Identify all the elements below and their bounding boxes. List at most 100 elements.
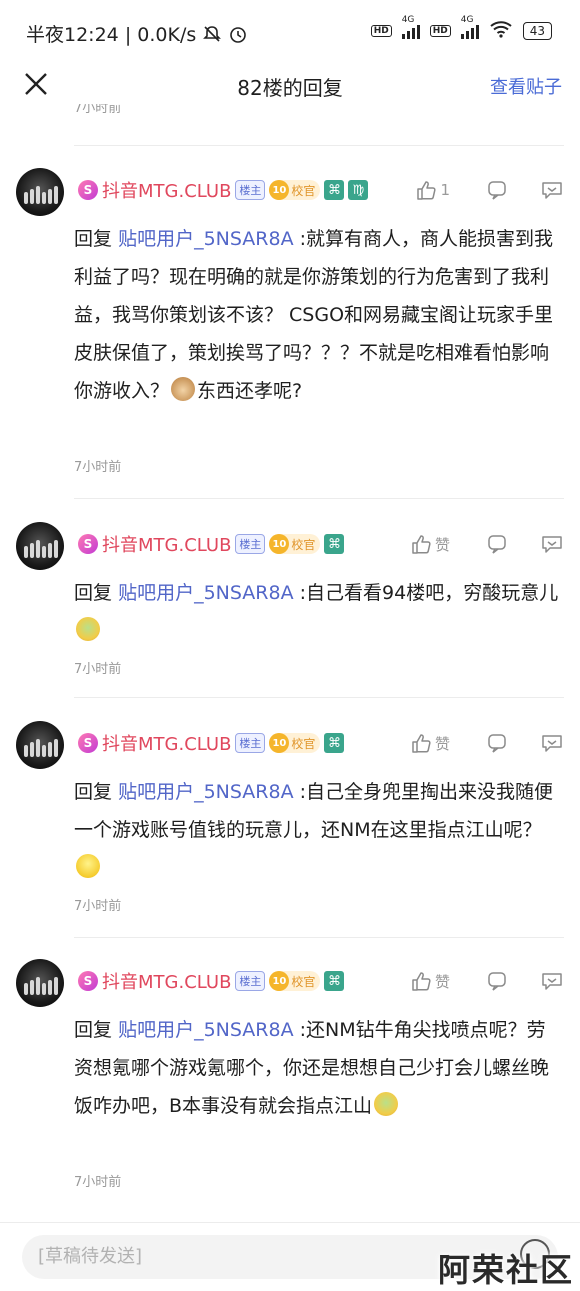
reply-content: 回复 贴吧用户_5NSAR8A :自己全身兜里掏出来没我随便一个游戏账号值钱的玩… [74, 773, 562, 887]
status-left: 半夜12:24 | 0.0K/s [26, 20, 248, 47]
wifi-icon [489, 20, 513, 41]
owner-badge: 楼主 [235, 180, 266, 200]
vip-s-icon: S [78, 534, 98, 554]
sick-emoji [76, 617, 100, 641]
vip-s-icon: S [78, 180, 98, 200]
level-number: 10 [269, 534, 290, 554]
more-button[interactable] [540, 968, 564, 994]
reply-prefix: 回复 [74, 228, 113, 250]
honor-badge-icon: ⌘ [324, 971, 345, 991]
avatar[interactable] [16, 168, 64, 216]
username[interactable]: 抖音MTG.CLUB [102, 730, 231, 756]
user-info-row: S 抖音MTG.CLUB 楼主 10 校官 ⌘ ♍ [78, 177, 369, 203]
more-button[interactable] [540, 730, 564, 756]
view-post-link[interactable]: 查看贴子 [490, 73, 562, 99]
reply-content: 回复 贴吧用户_5NSAR8A :自己看看94楼吧，穷酸玩意儿 [74, 574, 562, 650]
reply-prefix: 回复 [74, 781, 113, 803]
thumb-up-icon [412, 972, 431, 991]
like-count: 赞 [434, 535, 450, 554]
reply-time: 7小时前 [74, 460, 122, 475]
username[interactable]: 抖音MTG.CLUB [102, 968, 231, 994]
more-button[interactable] [540, 177, 564, 203]
level-badge: 10 校官 [269, 180, 321, 200]
mention-link[interactable]: 贴吧用户_5NSAR8A [118, 582, 294, 604]
previous-reply-time: 7小时前 [74, 104, 122, 116]
comment-icon [488, 972, 506, 991]
reply-text-tail: 东西还孝呢? [197, 380, 303, 402]
level-label: 校官 [291, 974, 316, 989]
like-button[interactable]: 1 [415, 177, 450, 203]
thumb-up-icon [412, 535, 431, 554]
vip-s-icon: S [78, 733, 98, 753]
divider [74, 145, 564, 146]
owner-badge: 楼主 [235, 534, 266, 554]
mute-icon [202, 24, 228, 46]
nav-bar: 82楼的回复 查看贴子 [0, 64, 580, 108]
username[interactable]: 抖音MTG.CLUB [102, 177, 231, 203]
like-button[interactable]: 赞 [410, 968, 450, 994]
thumb-up-icon [417, 181, 437, 200]
reply-prefix: 回复 [74, 582, 113, 604]
more-icon [542, 182, 562, 199]
status-separator: | [124, 24, 138, 46]
reply-text: :自己看看94楼吧，穷酸玩意儿 [299, 582, 559, 604]
user-info-row: S 抖音MTG.CLUB 楼主 10 校官 ⌘ [78, 730, 345, 756]
divider [74, 937, 564, 938]
more-icon [542, 735, 562, 752]
hd-icon-2: HD [429, 24, 451, 37]
reply-time: 7小时前 [74, 1175, 122, 1190]
reply-time: 7小时前 [74, 662, 122, 677]
comment-icon [488, 535, 506, 554]
honor-badge-icon: ⌘ [324, 534, 345, 554]
level-number: 10 [269, 180, 290, 200]
status-speed: 0.0K/s [137, 24, 197, 46]
watermark: 阿荣社区 [437, 1251, 574, 1289]
reply-actions: 1 [415, 177, 564, 203]
status-time: 半夜12:24 [26, 24, 119, 46]
more-button[interactable] [540, 531, 564, 557]
status-icons: HD 4G HD 4G 43 [370, 15, 552, 41]
reply-time: 7小时前 [74, 899, 122, 914]
mention-link[interactable]: 贴吧用户_5NSAR8A [118, 228, 294, 250]
reply-text: :就算有商人，商人能损害到我利益了吗？现在明确的就是你游策划的行为危害到了我利益… [74, 228, 554, 402]
level-label: 校官 [291, 183, 316, 198]
reply-button[interactable] [486, 730, 508, 756]
avatar[interactable] [16, 721, 64, 769]
avatar[interactable] [16, 522, 64, 570]
level-number: 10 [269, 971, 290, 991]
level-number: 10 [269, 733, 290, 753]
user-info-row: S 抖音MTG.CLUB 楼主 10 校官 ⌘ [78, 531, 345, 557]
divider [74, 498, 564, 499]
reply-content: 回复 贴吧用户_5NSAR8A :还NM钻牛角尖找喷点呢？劳资想氪哪个游戏氪哪个… [74, 1011, 562, 1125]
smile-emoji [76, 854, 100, 878]
like-button[interactable]: 赞 [410, 730, 450, 756]
level-badge: 10 校官 [269, 733, 321, 753]
reply-button[interactable] [486, 968, 508, 994]
signal-icon: 4G [401, 15, 420, 39]
user-info-row: S 抖音MTG.CLUB 楼主 10 校官 ⌘ [78, 968, 345, 994]
avatar[interactable] [16, 959, 64, 1007]
zodiac-badge-icon: ♍ [348, 180, 369, 200]
owner-badge: 楼主 [235, 733, 266, 753]
divider [74, 697, 564, 698]
mention-link[interactable]: 贴吧用户_5NSAR8A [118, 781, 294, 803]
owner-badge: 楼主 [235, 971, 266, 991]
network-label-2: 4G [460, 14, 474, 25]
like-count: 赞 [434, 734, 450, 753]
comment-icon [488, 734, 506, 753]
like-button[interactable]: 赞 [410, 531, 450, 557]
honor-badge-icon: ⌘ [324, 180, 345, 200]
reply-button[interactable] [486, 177, 508, 203]
more-icon [542, 973, 562, 990]
like-count: 赞 [434, 972, 450, 991]
reply-actions: 赞 [410, 730, 564, 756]
username[interactable]: 抖音MTG.CLUB [102, 531, 231, 557]
mention-link[interactable]: 贴吧用户_5NSAR8A [118, 1019, 294, 1041]
reply-actions: 赞 [410, 531, 564, 557]
battery-icon: 43 [522, 21, 552, 40]
sick-emoji [374, 1092, 399, 1116]
honor-badge-icon: ⌘ [324, 733, 345, 753]
reply-button[interactable] [486, 531, 508, 557]
level-badge: 10 校官 [269, 534, 321, 554]
alarm-icon [228, 24, 248, 46]
